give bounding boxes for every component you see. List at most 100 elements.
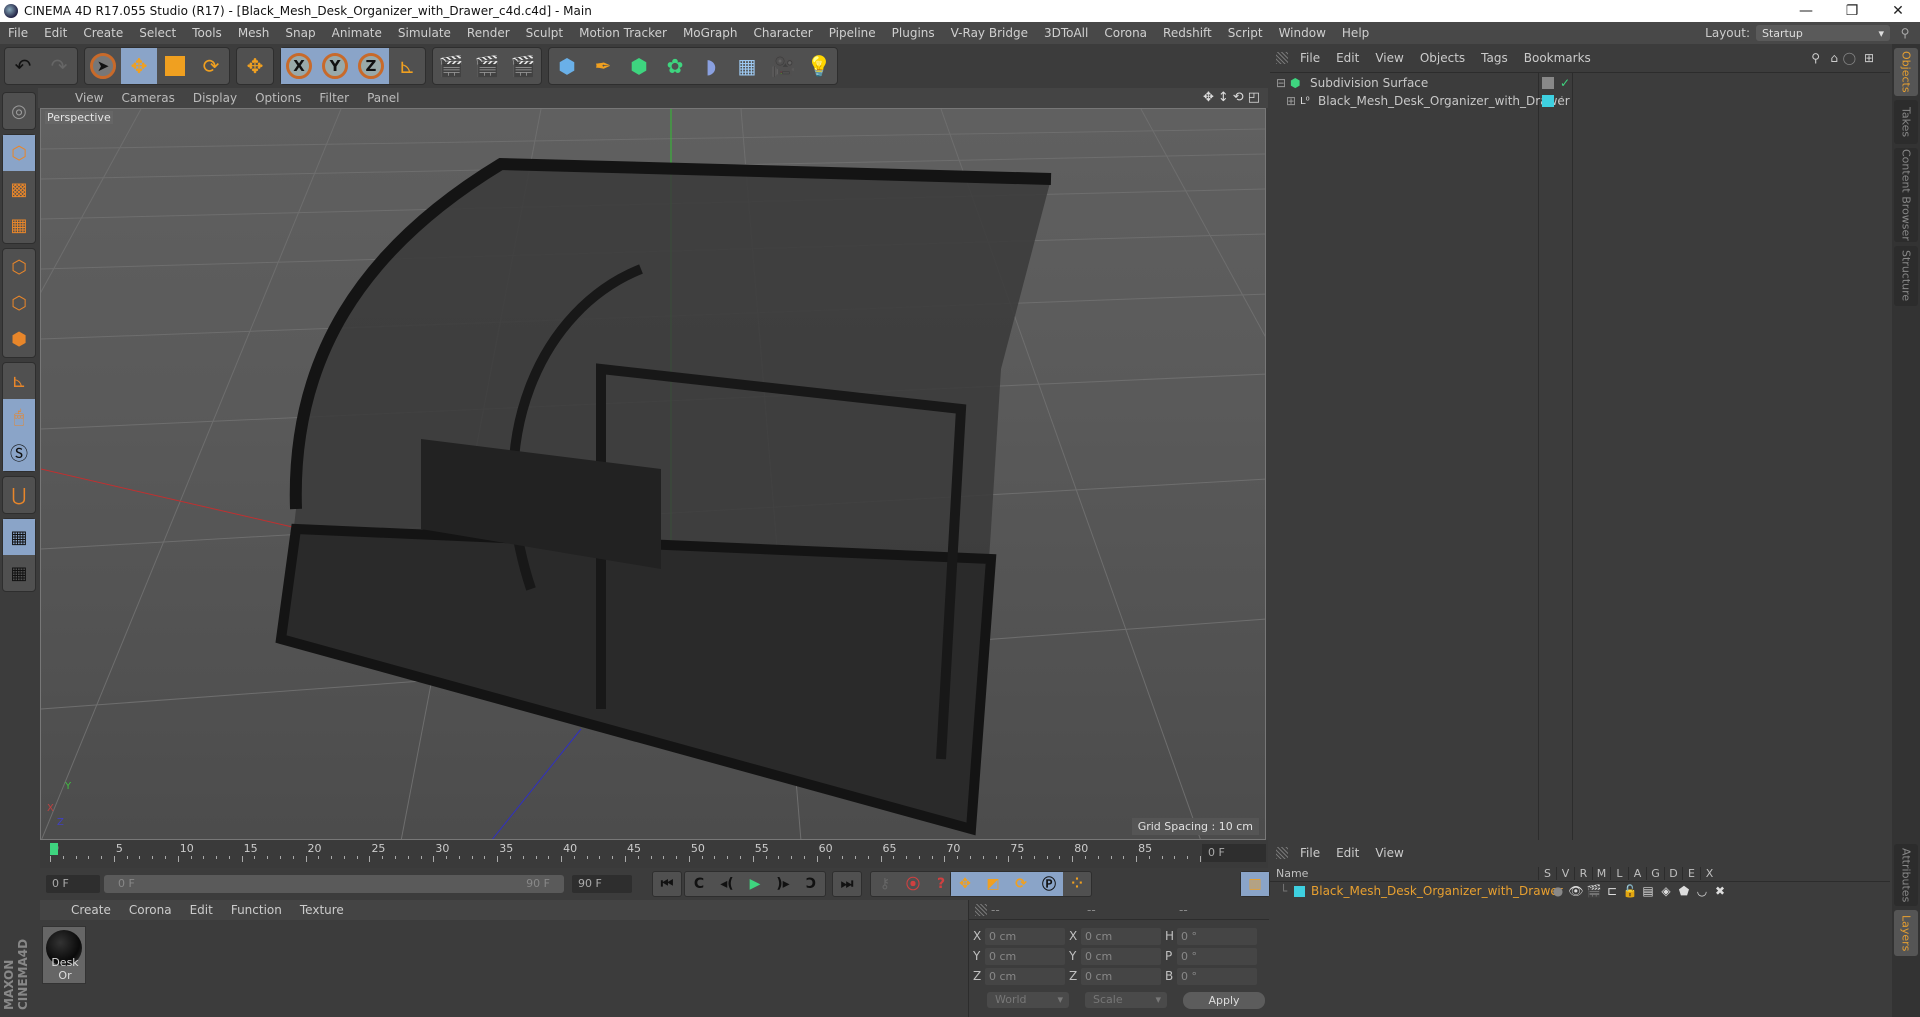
- light-icon[interactable]: 💡: [801, 48, 837, 84]
- objects-menu-edit[interactable]: Edit: [1328, 51, 1367, 65]
- material-menu-corona[interactable]: Corona: [120, 903, 181, 917]
- goto-end-icon[interactable]: ⏭: [833, 872, 861, 896]
- viewport-menu-display[interactable]: Display: [184, 91, 246, 105]
- menu-animate[interactable]: Animate: [324, 26, 390, 40]
- menu-redshift[interactable]: Redshift: [1155, 26, 1220, 40]
- layout-dropdown[interactable]: Startup ▾: [1756, 25, 1890, 41]
- magnet-icon[interactable]: ⋃: [3, 477, 35, 513]
- menu-edit[interactable]: Edit: [36, 26, 75, 40]
- size-y-field[interactable]: 0 cm: [1081, 947, 1161, 965]
- viewport-solo-icon[interactable]: ◎: [3, 93, 35, 129]
- viewport-menu-panel[interactable]: Panel: [358, 91, 408, 105]
- key-parameter-icon[interactable]: Ⓟ: [1035, 872, 1063, 896]
- cloner-icon[interactable]: ✿: [657, 48, 693, 84]
- undo-icon[interactable]: ↶: [5, 48, 41, 84]
- filter-icon[interactable]: ◯: [1843, 51, 1856, 65]
- menu-snap[interactable]: Snap: [277, 26, 323, 40]
- frame-range-slider[interactable]: 0 F 90 F: [104, 875, 564, 893]
- render-clapper-icon[interactable]: 🎬: [1585, 884, 1603, 898]
- orbit-icon[interactable]: ⟲: [1233, 90, 1244, 105]
- menu-create[interactable]: Create: [75, 26, 131, 40]
- xref-icon[interactable]: ✖: [1711, 884, 1729, 898]
- material-swatch[interactable]: Desk Or: [42, 926, 86, 984]
- menu-tools[interactable]: Tools: [184, 26, 230, 40]
- enabled-check-icon[interactable]: ✓: [1560, 76, 1570, 90]
- model-mode-icon[interactable]: ⬡: [3, 135, 35, 171]
- tab-layers[interactable]: Layers: [1894, 910, 1918, 956]
- restore-button[interactable]: ❐: [1834, 0, 1870, 22]
- pos-x-field[interactable]: 0 cm: [985, 927, 1065, 945]
- pan-icon[interactable]: ✥: [1203, 90, 1214, 105]
- viewport-menu-view[interactable]: View: [66, 91, 112, 105]
- goto-start-icon[interactable]: ⏮: [653, 872, 681, 896]
- move-alt-icon[interactable]: ✥: [237, 48, 273, 84]
- menu-window[interactable]: Window: [1271, 26, 1334, 40]
- panel-grip[interactable]: [1276, 847, 1288, 859]
- timeline-window-icon[interactable]: ▥: [1241, 872, 1269, 896]
- move-icon[interactable]: ✥: [121, 48, 157, 84]
- col-animation[interactable]: A: [1628, 867, 1646, 880]
- panel-grip[interactable]: [1276, 52, 1288, 64]
- render-picture-viewer-icon[interactable]: 🎬: [469, 48, 505, 84]
- prev-key-icon[interactable]: C: [685, 872, 713, 896]
- search-icon[interactable]: ⚲: [1811, 51, 1820, 65]
- menu-pipeline[interactable]: Pipeline: [821, 26, 884, 40]
- menu-character[interactable]: Character: [745, 26, 820, 40]
- object-row-subdivision[interactable]: ⊟ ⬢ Subdivision Surface ✓: [1270, 74, 1890, 92]
- timeline-playhead[interactable]: [50, 843, 58, 855]
- menu-help[interactable]: Help: [1334, 26, 1377, 40]
- tab-structure[interactable]: Structure: [1894, 246, 1918, 306]
- rotate-icon[interactable]: ⟳: [193, 48, 229, 84]
- col-locked[interactable]: L: [1610, 867, 1628, 880]
- menu-vray-bridge[interactable]: V-Ray Bridge: [943, 26, 1036, 40]
- timeline-ruler[interactable]: 051015202530354045505560657075808590 0 F: [40, 840, 1268, 868]
- z-axis-lock-icon[interactable]: Z: [353, 48, 389, 84]
- deformer-icon[interactable]: ⬟: [1675, 884, 1693, 898]
- rot-h-field[interactable]: 0 °: [1177, 927, 1257, 945]
- menu-script[interactable]: Script: [1220, 26, 1271, 40]
- collapse-icon[interactable]: ⊟: [1276, 76, 1290, 90]
- viewport-menu-options[interactable]: Options: [246, 91, 310, 105]
- layers-menu-file[interactable]: File: [1292, 846, 1328, 860]
- pos-y-field[interactable]: 0 cm: [985, 947, 1065, 965]
- col-name[interactable]: Name: [1270, 867, 1538, 880]
- points-mode-icon[interactable]: ⬡: [3, 249, 35, 285]
- menu-motion-tracker[interactable]: Motion Tracker: [571, 26, 675, 40]
- workplane-sync-icon[interactable]: ▦: [3, 555, 35, 591]
- col-expressions[interactable]: E: [1682, 867, 1700, 880]
- col-solo[interactable]: S: [1538, 867, 1556, 880]
- menu-corona[interactable]: Corona: [1096, 26, 1155, 40]
- material-menu-create[interactable]: Create: [62, 903, 120, 917]
- current-frame-field[interactable]: 0 F: [1202, 844, 1266, 862]
- rot-b-field[interactable]: 0 °: [1177, 967, 1257, 985]
- edges-mode-icon[interactable]: ⬡: [3, 285, 35, 321]
- start-frame-field[interactable]: 0 F: [46, 875, 100, 893]
- next-frame-icon[interactable]: )▸: [769, 872, 797, 896]
- axis-mode-icon[interactable]: ⊾: [3, 363, 35, 399]
- layers-menu-view[interactable]: View: [1367, 846, 1411, 860]
- render-view-icon[interactable]: 🎬: [433, 48, 469, 84]
- autokey-icon[interactable]: ⦿: [899, 872, 927, 896]
- texture-mode-icon[interactable]: ▩: [3, 171, 35, 207]
- generator-icon[interactable]: ◈: [1657, 884, 1675, 898]
- layers-menu-edit[interactable]: Edit: [1328, 846, 1367, 860]
- search-icon[interactable]: ⚲: [1890, 26, 1920, 40]
- layer-color-swatch[interactable]: [1542, 95, 1554, 107]
- objects-menu-tags[interactable]: Tags: [1473, 51, 1516, 65]
- pen-spline-icon[interactable]: ✒: [585, 48, 621, 84]
- subdivision-icon[interactable]: ⬢: [621, 48, 657, 84]
- material-menu-function[interactable]: Function: [222, 903, 291, 917]
- panel-grip[interactable]: [975, 903, 987, 916]
- visibility-dots-icon[interactable]: ⁚: [1560, 94, 1564, 108]
- objects-menu-bookmarks[interactable]: Bookmarks: [1516, 51, 1599, 65]
- expression-icon[interactable]: ◡: [1693, 884, 1711, 898]
- maximize-view-icon[interactable]: ◰: [1248, 90, 1260, 105]
- select-arrow-icon[interactable]: ➤: [85, 48, 121, 84]
- floor-icon[interactable]: ▦: [729, 48, 765, 84]
- y-axis-lock-icon[interactable]: Y: [317, 48, 353, 84]
- prev-frame-icon[interactable]: ◂(: [713, 872, 741, 896]
- material-menu-edit[interactable]: Edit: [181, 903, 222, 917]
- cube-primitive-icon[interactable]: ⬢: [549, 48, 585, 84]
- col-view[interactable]: V: [1556, 867, 1574, 880]
- menu-file[interactable]: File: [0, 26, 36, 40]
